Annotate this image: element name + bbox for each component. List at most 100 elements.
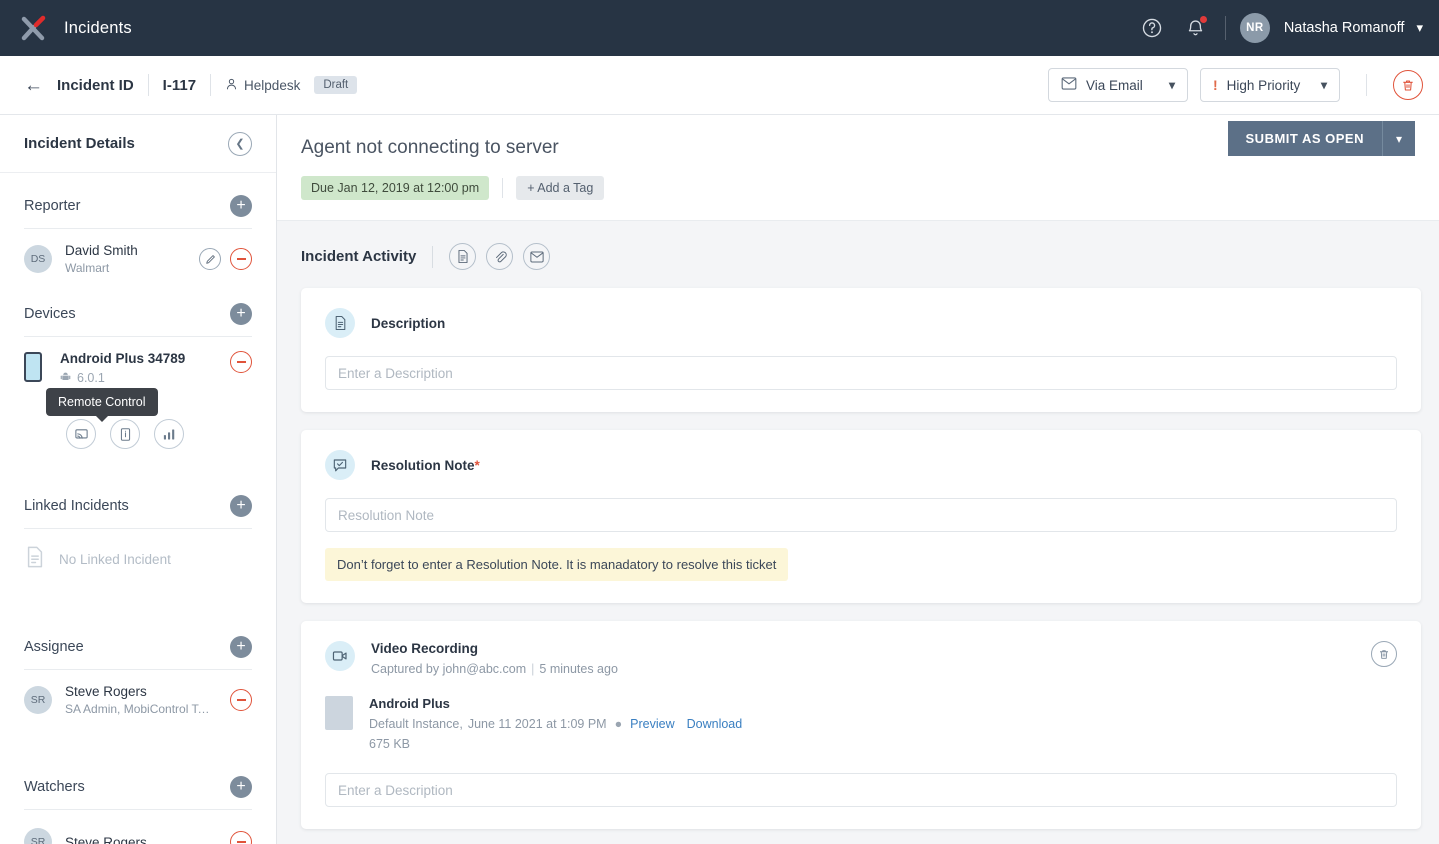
delete-incident-button[interactable] — [1393, 70, 1423, 100]
avatar[interactable]: NR — [1239, 13, 1270, 43]
reporter-texts: David Smith Walmart — [65, 243, 138, 275]
assignee-role: SA Admin, MobiControl Techn… — [65, 702, 215, 716]
document-icon — [24, 545, 46, 574]
watcher-actions — [230, 831, 252, 844]
assignee-actions — [230, 689, 252, 711]
reporter-row: DS David Smith Walmart — [24, 229, 252, 281]
add-device-button[interactable]: + — [230, 303, 252, 325]
channel-value: Via Email — [1086, 77, 1143, 93]
activity-cards: Description Resolution Note* — [277, 270, 1439, 829]
device-info-icon[interactable] — [110, 419, 140, 449]
remove-assignee-button[interactable] — [230, 689, 252, 711]
email-icon[interactable] — [523, 243, 551, 270]
add-reporter-button[interactable]: + — [230, 195, 252, 217]
card-header: Video Recording Captured by john@abc.com… — [325, 641, 1397, 676]
notification-badge-dot — [1198, 15, 1208, 24]
divider — [502, 178, 504, 198]
card-header: Description — [325, 308, 1397, 338]
section-header: Watchers + — [24, 754, 252, 809]
chevron-down-icon: ▾ — [1168, 78, 1175, 92]
add-assignee-button[interactable]: + — [230, 636, 252, 658]
attachment-icon[interactable] — [486, 243, 514, 270]
resolution-check-icon — [325, 450, 355, 480]
remove-reporter-button[interactable] — [230, 248, 252, 270]
resolution-note-text: Resolution Note — [371, 457, 475, 473]
submit-options-chevron-down-icon[interactable]: ▾ — [1382, 121, 1415, 156]
attachment-size: 675 KB — [369, 737, 411, 751]
edit-reporter-button[interactable] — [199, 248, 221, 270]
device-os-version: 6.0.1 — [77, 371, 105, 385]
card-header: Resolution Note* — [325, 450, 1397, 480]
incident-details-sidebar: Incident Details ❮ Reporter + DS David S… — [0, 115, 277, 844]
phone-icon — [24, 352, 42, 382]
video-recording-meta: Captured by john@abc.com | 5 minutes ago — [371, 662, 618, 676]
collapse-sidebar-button[interactable]: ❮ — [228, 131, 252, 156]
preview-link[interactable]: Preview — [630, 717, 674, 731]
reporter-name: David Smith — [65, 243, 138, 258]
video-delete-button-wrap — [1371, 641, 1397, 667]
required-marker: * — [474, 457, 480, 473]
download-link[interactable]: Download — [687, 717, 743, 731]
activity-title: Incident Activity — [301, 248, 417, 265]
help-circle-icon[interactable] — [1137, 13, 1167, 43]
reporter-org: Walmart — [65, 261, 110, 275]
signal-stats-icon[interactable] — [154, 419, 184, 449]
queue-name: Helpdesk — [244, 77, 301, 93]
section-title-assignee: Assignee — [24, 639, 84, 655]
watcher-texts: Steve Rogers — [65, 835, 147, 844]
resolution-note-label: Resolution Note* — [371, 458, 480, 473]
assignee-name: Steve Rogers — [65, 684, 147, 699]
android-icon — [60, 371, 71, 385]
user-name-label[interactable]: Natasha Romanoff — [1284, 20, 1405, 36]
back-arrow-icon[interactable]: ← — [24, 76, 43, 95]
description-card: Description — [301, 288, 1421, 412]
resolution-note-input[interactable] — [325, 498, 1397, 532]
watcher-row: SR Steve Rogers — [24, 810, 252, 844]
incident-id-label: Incident ID — [57, 76, 134, 94]
note-icon — [325, 308, 355, 338]
add-watcher-button[interactable]: + — [230, 776, 252, 798]
avatar: SR — [24, 828, 52, 844]
chevron-down-icon: ▾ — [1320, 78, 1327, 92]
due-date-badge: Due Jan 12, 2019 at 12:00 pm — [301, 176, 490, 200]
reporter-actions — [199, 248, 252, 270]
channel-select[interactable]: Via Email ▾ — [1048, 68, 1188, 102]
add-tag-button[interactable]: + Add a Tag — [516, 176, 605, 200]
priority-exclamation-icon: ! — [1213, 77, 1218, 93]
remove-watcher-button[interactable] — [230, 831, 252, 844]
remote-control-tooltip: Remote Control — [46, 388, 158, 422]
watcher-name: Steve Rogers — [65, 834, 147, 844]
assignee-row: SR Steve Rogers SA Admin, MobiControl Te… — [24, 670, 252, 722]
sidebar-title: Incident Details — [24, 135, 135, 152]
app-title: Incidents — [64, 18, 132, 37]
note-icon[interactable] — [449, 243, 477, 270]
video-comment-input[interactable] — [325, 773, 1397, 807]
sidebar-section-reporter: Reporter + DS David Smith Walmart — [0, 173, 276, 281]
remove-device-button[interactable] — [230, 351, 252, 373]
description-input[interactable] — [325, 356, 1397, 390]
device-name: Android Plus 34789 — [60, 351, 186, 366]
incident-id-value: I-117 — [162, 76, 197, 94]
app-logo-icon[interactable] — [14, 8, 54, 48]
delete-attachment-button[interactable] — [1371, 641, 1397, 667]
video-texts: Video Recording Captured by john@abc.com… — [371, 641, 618, 676]
chevron-down-icon[interactable]: ▾ — [1416, 20, 1423, 36]
page-body: Incident Details ❮ Reporter + DS David S… — [0, 115, 1439, 844]
attachment-texts: Android Plus Default Instance, June 11 2… — [369, 696, 754, 751]
remote-control-icon[interactable] — [66, 419, 96, 449]
assignee-texts: Steve Rogers SA Admin, MobiControl Techn… — [65, 684, 215, 716]
add-linked-incident-button[interactable]: + — [230, 495, 252, 517]
divider — [210, 74, 212, 96]
email-icon — [1061, 77, 1077, 93]
avatar: DS — [24, 245, 52, 273]
incident-subheader: ← Incident ID I-117 Helpdesk Draft Via E… — [0, 56, 1439, 115]
topnav-right-group: NR Natasha Romanoff ▾ — [1137, 13, 1423, 43]
section-header: Devices + — [24, 281, 252, 336]
bell-icon[interactable] — [1181, 13, 1211, 43]
priority-select[interactable]: ! High Priority ▾ — [1200, 68, 1340, 102]
submit-as-open-button[interactable]: SUBMIT AS OPEN — [1227, 121, 1382, 156]
section-title-reporter: Reporter — [24, 198, 81, 214]
divider — [1366, 74, 1367, 96]
avatar: SR — [24, 686, 52, 714]
device-row: Android Plus 34789 6.0.1 Default — [24, 337, 252, 422]
